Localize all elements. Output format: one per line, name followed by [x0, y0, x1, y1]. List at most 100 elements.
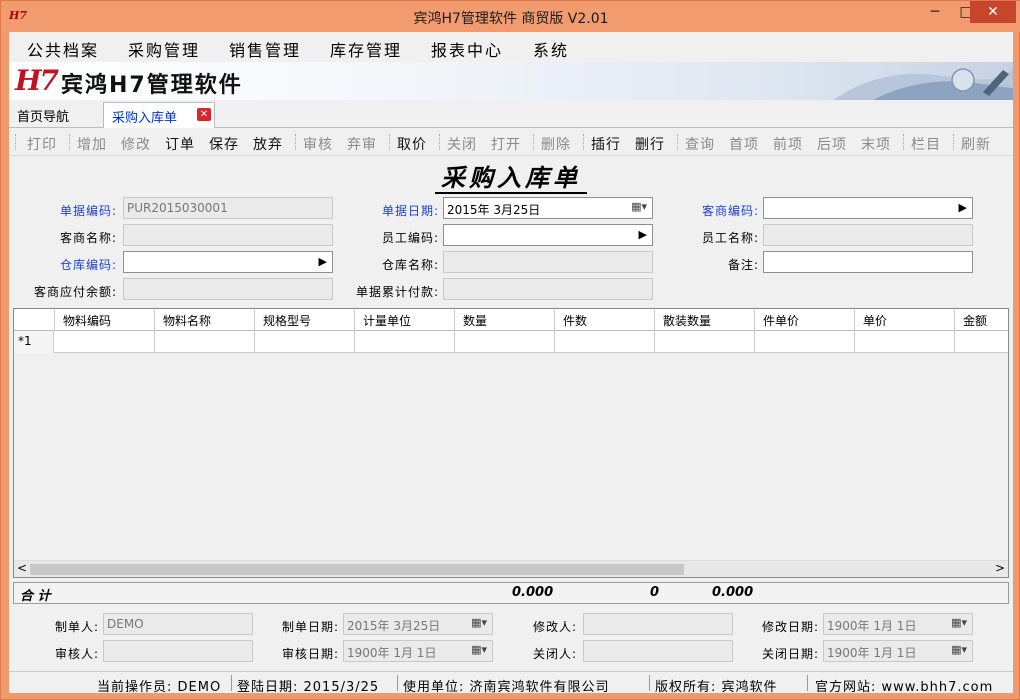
cust-balance-field: [123, 278, 333, 300]
scroll-right-icon[interactable]: >: [995, 561, 1005, 575]
col-header[interactable]: 单价: [855, 309, 955, 331]
close-window-button[interactable]: ✕: [970, 1, 1016, 23]
col-header[interactable]: 数量: [455, 309, 555, 331]
audit-date-label: 审核日期:: [281, 647, 339, 661]
tab-home[interactable]: 首页导航: [9, 102, 99, 128]
col-header[interactable]: 件单价: [755, 309, 855, 331]
brand-logo: H7: [15, 64, 59, 97]
wh-name-label: 仓库名称:: [381, 258, 439, 272]
tab-purchase-receipt[interactable]: 采购入库单 ✕: [103, 102, 215, 128]
status-operator: 当前操作员: DEMO: [97, 680, 222, 695]
table-cell[interactable]: [655, 331, 755, 353]
calendar-dropdown-icon: ▦▾: [471, 616, 487, 629]
lookup-arrow-icon[interactable]: ▶: [319, 255, 327, 268]
remark-input[interactable]: [763, 251, 973, 273]
menu-sales[interactable]: 销售管理: [229, 37, 301, 61]
wh-code-field[interactable]: ▶: [123, 251, 333, 273]
col-header[interactable]: 散装数量: [655, 309, 755, 331]
status-separator: [397, 675, 398, 691]
delete-row-button[interactable]: 删行: [635, 134, 665, 154]
scroll-thumb[interactable]: [30, 564, 684, 575]
banner: H7 宾鸿H7管理软件: [9, 62, 1013, 100]
minimize-button[interactable]: ─: [920, 1, 950, 23]
toolbar-separator: [533, 134, 534, 150]
table-cell[interactable]: [355, 331, 455, 353]
table-cell[interactable]: [255, 331, 355, 353]
close-date-field: 1900年 1月 1日 ▦▾: [823, 640, 973, 662]
totals-bar: 合 计 0.000 0 0.000: [13, 582, 1009, 604]
add-button[interactable]: 增加: [77, 134, 107, 154]
cust-name-label: 客商名称:: [59, 231, 117, 245]
menu-reports[interactable]: 报表中心: [431, 37, 503, 61]
col-header[interactable]: 件数: [555, 309, 655, 331]
table-cell[interactable]: [155, 331, 255, 353]
banner-decoration-image: [833, 68, 1013, 100]
form-title-text: 采购入库单: [435, 163, 587, 194]
table-cell[interactable]: [455, 331, 555, 353]
menu-inventory[interactable]: 库存管理: [330, 37, 402, 61]
brand-name: 宾鸿H7管理软件: [61, 73, 243, 98]
columns-button[interactable]: 栏目: [911, 134, 941, 154]
col-header[interactable]: 物料名称: [155, 309, 255, 331]
calendar-dropdown-icon[interactable]: ▦▾: [631, 200, 647, 213]
close-date-value: 1900年 1月 1日: [827, 646, 917, 660]
table-row[interactable]: *1: [14, 331, 1008, 353]
refresh-button[interactable]: 刷新: [961, 134, 991, 154]
order-button[interactable]: 订单: [165, 134, 195, 154]
modify-date-label: 修改日期:: [761, 620, 819, 634]
col-header[interactable]: 规格型号: [255, 309, 355, 331]
form-title: 采购入库单: [9, 158, 1013, 194]
delete-button[interactable]: 删除: [541, 134, 571, 154]
status-unit: 使用单位: 济南宾鸿软件有限公司: [403, 680, 610, 695]
edit-button[interactable]: 修改: [121, 134, 151, 154]
unaudit-button[interactable]: 弃审: [347, 134, 377, 154]
first-button[interactable]: 首项: [729, 134, 759, 154]
open-doc-button[interactable]: 打开: [491, 134, 521, 154]
emp-code-field[interactable]: ▶: [443, 224, 653, 246]
save-button[interactable]: 保存: [209, 134, 239, 154]
close-doc-button[interactable]: 关闭: [447, 134, 477, 154]
tab-label: 采购入库单: [112, 111, 178, 126]
emp-name-label: 员工名称:: [701, 231, 759, 245]
scroll-left-icon[interactable]: <: [17, 561, 27, 575]
table-cell[interactable]: [855, 331, 955, 353]
status-separator: [649, 675, 650, 691]
next-button[interactable]: 后项: [817, 134, 847, 154]
menu-purchase[interactable]: 采购管理: [128, 37, 200, 61]
modify-date-field: 1900年 1月 1日 ▦▾: [823, 613, 973, 635]
cust-code-field[interactable]: ▶: [763, 197, 973, 219]
wh-code-label: 仓库编码:: [59, 258, 117, 272]
last-button[interactable]: 末项: [861, 134, 891, 154]
get-price-button[interactable]: 取价: [397, 134, 427, 154]
prev-button[interactable]: 前项: [773, 134, 803, 154]
lookup-arrow-icon[interactable]: ▶: [959, 201, 967, 214]
items-grid[interactable]: 物料编码 物料名称 规格型号 计量单位 数量 件数 散装数量 件单价 单价 金额…: [13, 308, 1009, 578]
close-tab-icon[interactable]: ✕: [197, 108, 211, 121]
menu-public-files[interactable]: 公共档案: [27, 37, 99, 61]
col-header[interactable]: 计量单位: [355, 309, 455, 331]
table-cell[interactable]: [755, 331, 855, 353]
modify-date-value: 1900年 1月 1日: [827, 619, 917, 633]
table-cell[interactable]: [955, 331, 1008, 353]
audit-button[interactable]: 审核: [303, 134, 333, 154]
maker-field: DEMO: [103, 613, 253, 635]
table-cell[interactable]: [555, 331, 655, 353]
table-cell[interactable]: [55, 331, 155, 353]
col-header[interactable]: 金额: [955, 309, 1008, 331]
doc-no-label: 单据编码:: [59, 204, 117, 218]
closer-field: [583, 640, 733, 662]
toolbar-separator: [389, 134, 390, 150]
print-button[interactable]: 打印: [27, 134, 57, 154]
horizontal-scrollbar[interactable]: < >: [14, 560, 1008, 577]
toolbar-separator: [15, 134, 16, 150]
query-button[interactable]: 查询: [685, 134, 715, 154]
make-date-field: 2015年 3月25日 ▦▾: [343, 613, 493, 635]
discard-button[interactable]: 放弃: [253, 134, 283, 154]
title-bar[interactable]: H7 宾鸿H7管理软件 商贸版 V2.01 ─ □ ✕: [1, 1, 1020, 32]
col-header[interactable]: 物料编码: [55, 309, 155, 331]
doc-date-picker[interactable]: 2015年 3月25日 ▦▾: [443, 197, 653, 219]
menu-system[interactable]: 系统: [533, 37, 569, 61]
insert-row-button[interactable]: 插行: [591, 134, 621, 154]
lookup-arrow-icon[interactable]: ▶: [639, 228, 647, 241]
total-pieces: 0: [650, 585, 660, 600]
